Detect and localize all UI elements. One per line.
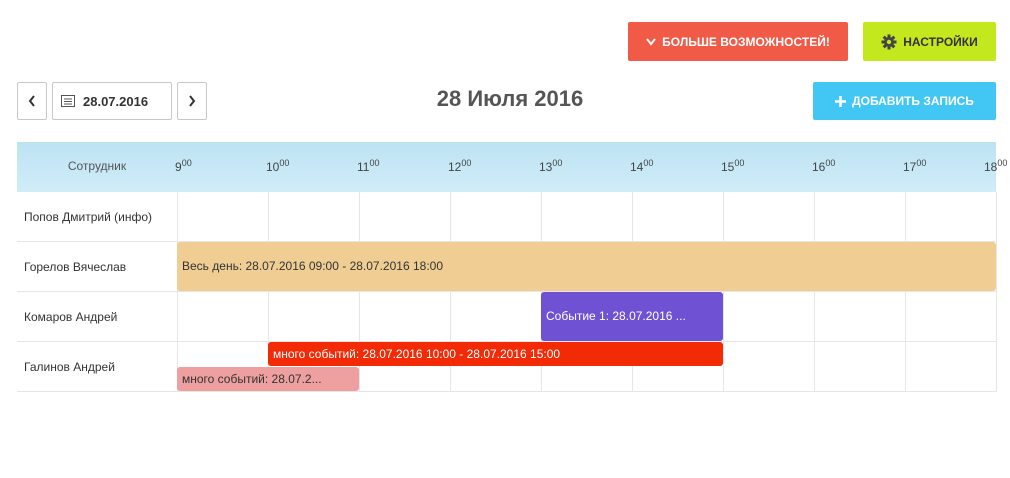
- employee-name: Горелов Вячеслав: [24, 260, 127, 274]
- more-features-button[interactable]: БОЛЬШЕ ВОЗМОЖНОСТЕЙ!: [628, 22, 848, 61]
- hour-minutes: 00: [181, 158, 192, 168]
- employee-row[interactable]: Попов Дмитрий (инфо): [17, 192, 996, 242]
- chevron-right-icon: [189, 95, 196, 107]
- hour-gridline: [905, 192, 906, 392]
- page-title: 28 Июля 2016: [436, 86, 584, 111]
- settings-button[interactable]: НАСТРОЙКИ: [863, 22, 996, 61]
- employee-name[interactable]: Попов Дмитрий (инфо): [24, 192, 152, 242]
- next-day-button[interactable]: [177, 82, 207, 120]
- date-value: 28.07.2016: [83, 93, 149, 109]
- chevron-down-icon: [646, 37, 656, 46]
- add-record-button[interactable]: ДОБАВИТЬ ЗАПИСЬ: [813, 82, 996, 120]
- hour-value: 11: [357, 160, 370, 174]
- event-block[interactable]: Весь день: 28.07.2016 09:00 - 28.07.2016…: [177, 242, 996, 291]
- hour-minutes: 00: [643, 158, 654, 168]
- employee-row[interactable]: Комаров Андрей: [17, 292, 996, 342]
- hour-value: 16: [812, 160, 826, 174]
- hour-label: 1500: [721, 158, 744, 174]
- plus-icon: [835, 95, 847, 107]
- hour-label: 1600: [812, 158, 835, 174]
- hour-value: 9: [175, 160, 182, 174]
- hour-value: 17: [903, 160, 917, 174]
- chevron-left-icon: [28, 95, 35, 107]
- hour-label: 1000: [266, 158, 289, 174]
- employee-name: Галинов Андрей: [24, 360, 115, 374]
- hour-label: 1700: [903, 158, 926, 174]
- hour-value: 15: [721, 160, 735, 174]
- event-block[interactable]: Событие 1: 28.07.2016 ...: [541, 292, 723, 341]
- event-block[interactable]: много событий: 28.07.2016 10:00 - 28.07.…: [268, 342, 723, 366]
- event-block[interactable]: много событий: 28.07.2...: [177, 367, 359, 391]
- hour-minutes: 00: [734, 158, 745, 168]
- more-features-label: БОЛЬШЕ ВОЗМОЖНОСТЕЙ!: [662, 34, 830, 49]
- hour-minutes: 00: [997, 158, 1008, 168]
- settings-label: НАСТРОЙКИ: [903, 34, 978, 49]
- hour-minutes: 00: [369, 158, 380, 168]
- prev-day-button[interactable]: [17, 82, 47, 120]
- hour-minutes: 00: [279, 158, 290, 168]
- hour-label: 1400: [630, 158, 653, 174]
- employee-name: Комаров Андрей: [24, 310, 118, 324]
- hour-value: 18: [984, 160, 998, 174]
- hour-label: 1300: [539, 158, 562, 174]
- hour-value: 13: [539, 160, 553, 174]
- hour-label: 1800: [984, 158, 1007, 174]
- hour-label: 900: [175, 158, 192, 174]
- hour-gridline: [814, 192, 815, 392]
- hour-label: 1200: [448, 158, 471, 174]
- date-picker-field[interactable]: 28.07.2016: [52, 82, 172, 120]
- hour-value: 10: [266, 160, 280, 174]
- hour-gridline: [177, 192, 178, 392]
- hour-value: 12: [448, 160, 462, 174]
- hour-minutes: 00: [461, 158, 472, 168]
- employee-column-header: Сотрудник: [67, 159, 127, 173]
- hour-minutes: 00: [916, 158, 927, 168]
- hour-minutes: 00: [552, 158, 563, 168]
- timeline-header: Сотрудник 900 1000 1100 1200 1300 1400 1500 160…: [17, 142, 1007, 192]
- add-record-label: ДОБАВИТЬ ЗАПИСЬ: [852, 94, 974, 108]
- hour-value: 14: [630, 160, 644, 174]
- calendar-icon: [61, 95, 75, 107]
- hour-gridline: [723, 192, 724, 392]
- hour-minutes: 00: [825, 158, 836, 168]
- gear-icon: [881, 34, 897, 49]
- hour-label: 1100: [357, 158, 379, 174]
- hour-gridline: [996, 192, 997, 392]
